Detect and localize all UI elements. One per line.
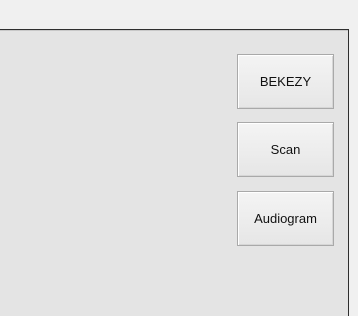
audiogram-button[interactable]: Audiogram (237, 191, 334, 246)
scan-button-label: Scan (270, 142, 301, 157)
bekezy-button[interactable]: BEKEZY (237, 54, 334, 109)
top-strip (0, 0, 358, 29)
right-margin (349, 29, 358, 316)
audiogram-button-label: Audiogram (254, 211, 317, 226)
scan-button[interactable]: Scan (237, 122, 334, 177)
panel-divider (0, 30, 348, 31)
bekezy-button-label: BEKEZY (259, 74, 312, 89)
